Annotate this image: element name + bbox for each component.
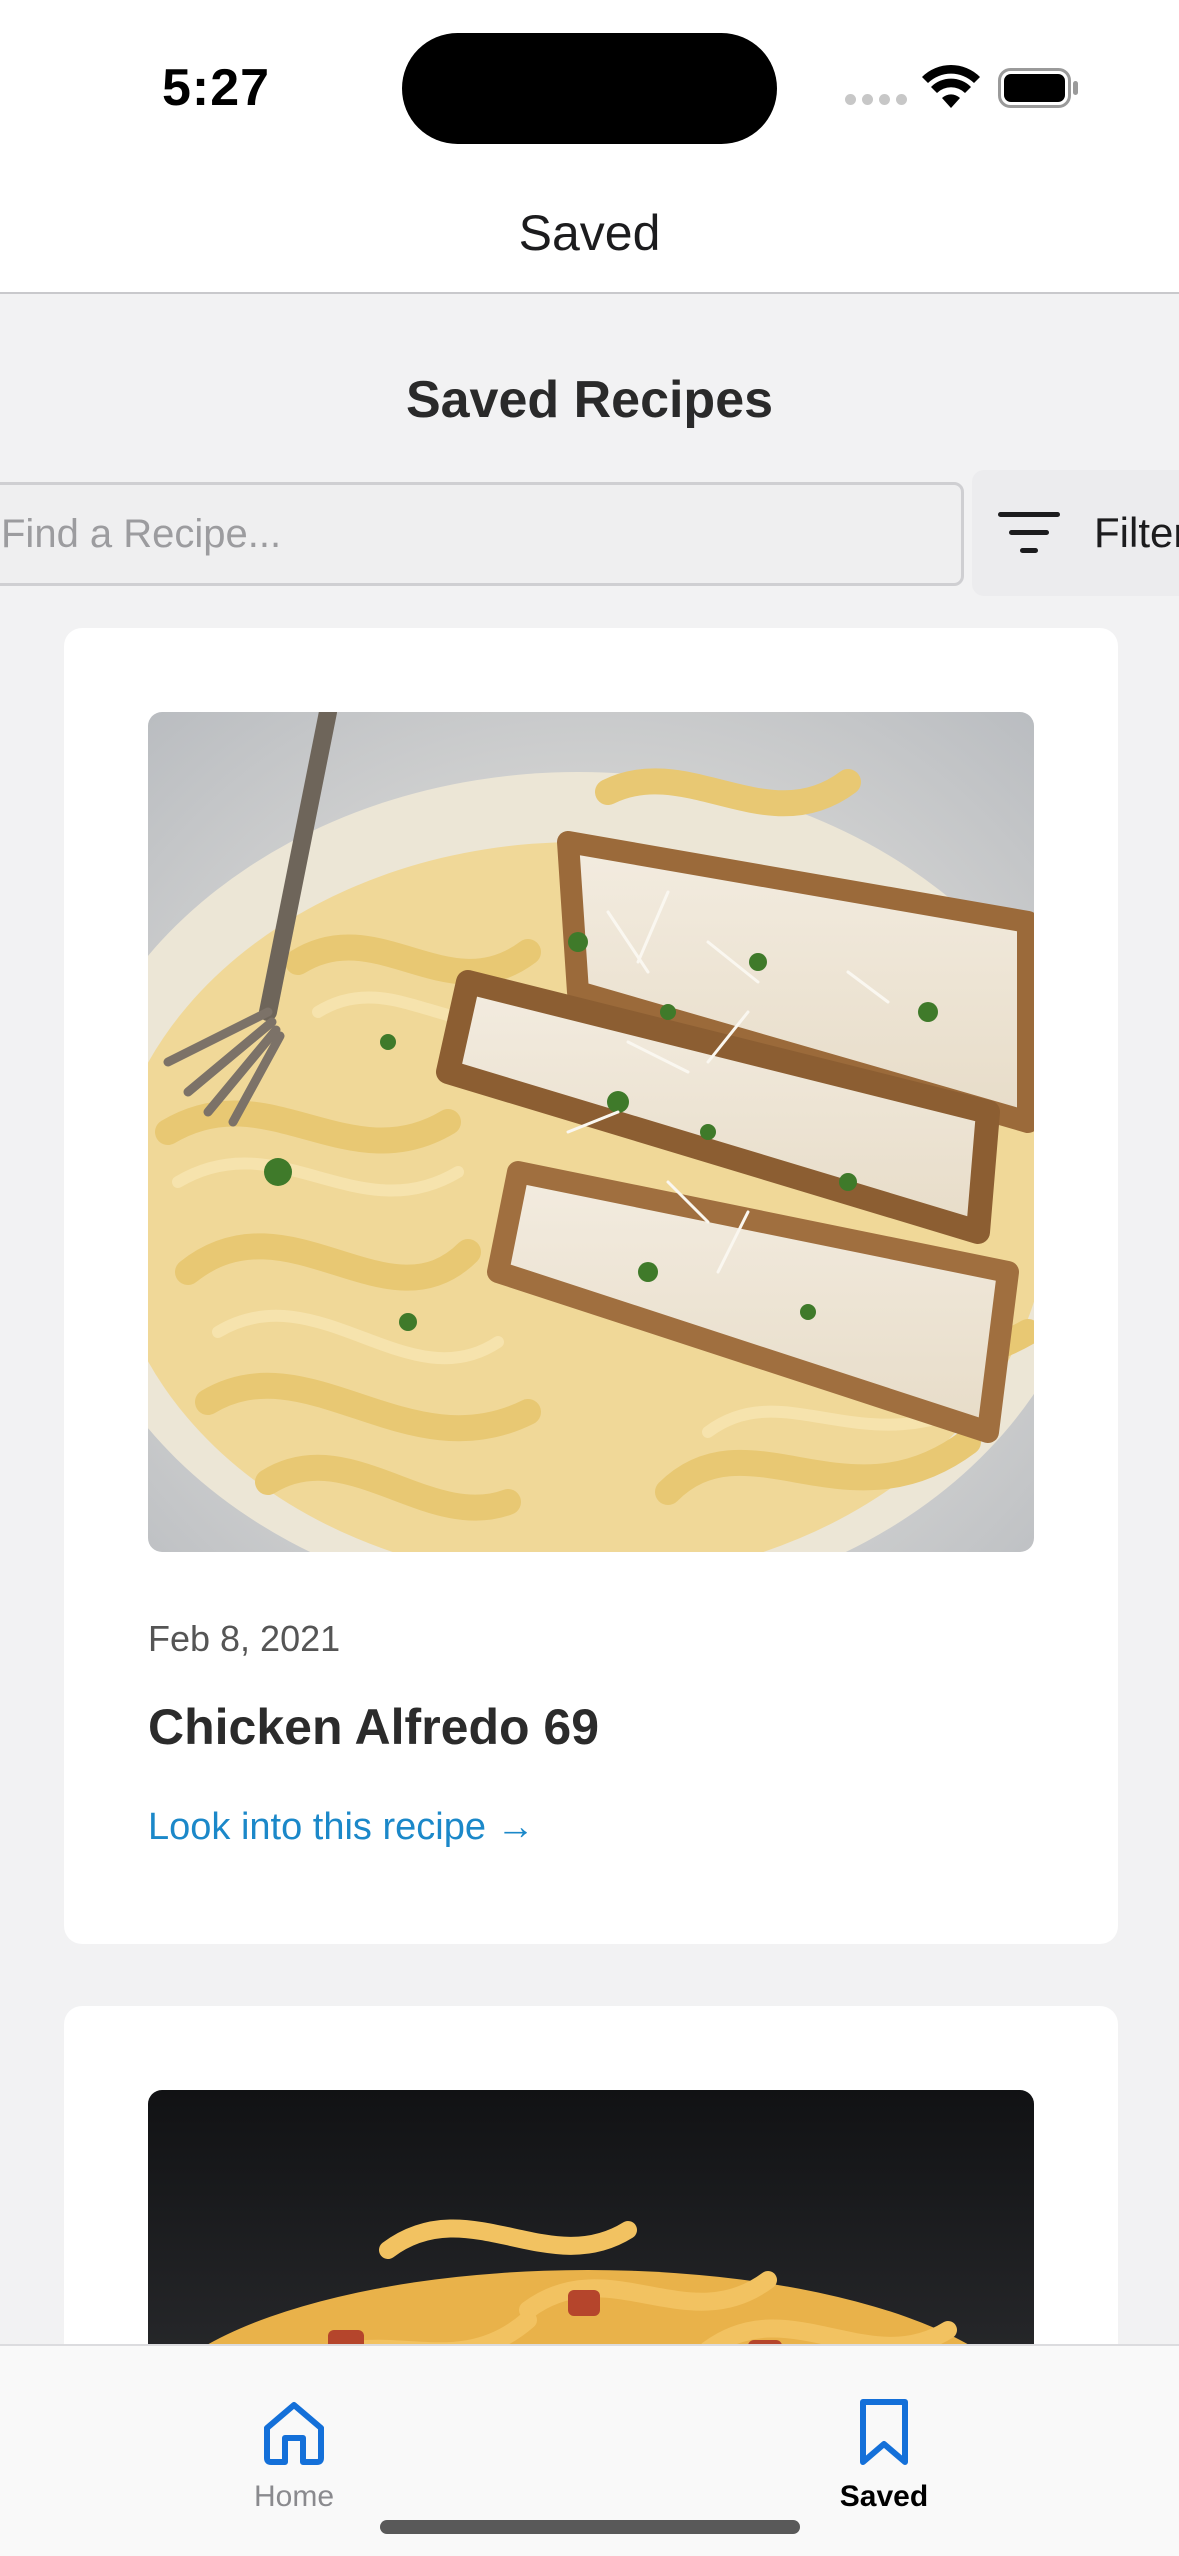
tab-saved-label: Saved: [839, 2480, 929, 2513]
battery-icon: [998, 68, 1078, 108]
tab-home[interactable]: Home: [194, 2398, 394, 2514]
wifi-icon: [922, 64, 980, 108]
status-time: 5:27: [162, 59, 271, 117]
recipe-card[interactable]: [64, 2006, 1118, 2344]
recipe-card[interactable]: Feb 8, 2021 Chicken Alfredo 69 Look into…: [64, 628, 1118, 1944]
recipe-title: Chicken Alfredo 69: [148, 1699, 600, 1755]
filter-button[interactable]: Filter: [972, 470, 1179, 596]
home-icon: [264, 2402, 324, 2465]
home-indicator: [380, 2520, 800, 2534]
filter-label: Filter: [1094, 509, 1179, 556]
filter-icon: [998, 512, 1060, 553]
search-input[interactable]: [0, 482, 964, 586]
recipe-list[interactable]: Feb 8, 2021 Chicken Alfredo 69 Look into…: [0, 600, 1179, 2344]
pasta-carbonara-photo: [148, 2090, 1034, 2344]
status-bar: 5:27: [0, 0, 1179, 160]
recipe-link[interactable]: Look into this recipe →: [148, 1806, 535, 1849]
signal-icon: [845, 94, 907, 105]
bookmark-icon: [860, 2399, 908, 2465]
chicken-alfredo-photo: [148, 712, 1034, 1552]
recipe-date: Feb 8, 2021: [148, 1618, 341, 1659]
tab-home-label: Home: [253, 2480, 335, 2513]
nav-header: Saved: [0, 160, 1179, 294]
page-title: Saved Recipes: [405, 371, 774, 429]
tab-saved[interactable]: Saved: [784, 2398, 984, 2514]
nav-title: Saved: [518, 205, 661, 261]
dynamic-island: [402, 33, 777, 144]
